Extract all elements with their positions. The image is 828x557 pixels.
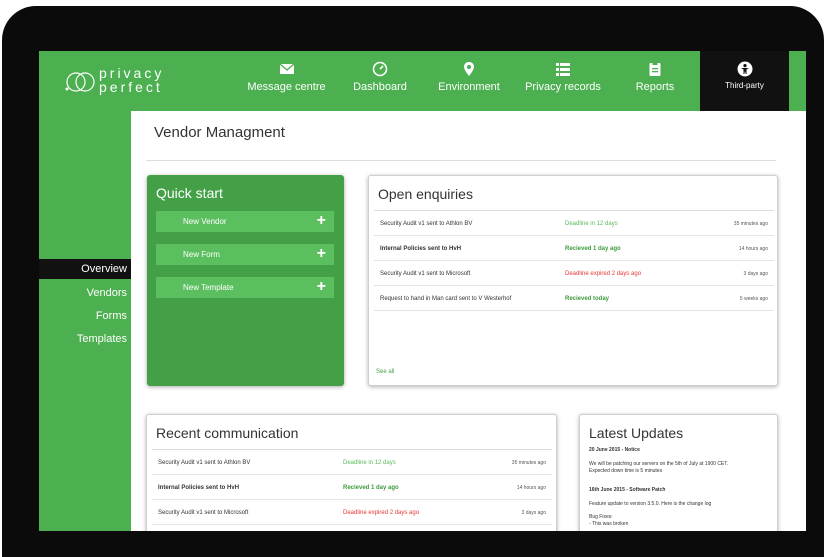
sidebar-item-forms[interactable]: Forms — [96, 310, 127, 322]
nav-label: Reports — [635, 81, 675, 93]
row-time: 5 weeks ago — [739, 296, 768, 302]
row-status: Deadline in 12 days — [343, 460, 396, 466]
update-line: - This was broken — [589, 521, 629, 527]
sidebar-item-templates[interactable]: Templates — [77, 333, 127, 345]
row-subject: Security Audit v1 sent to Athlon BV — [380, 221, 473, 227]
quick-start-panel: Quick start New Vendor + New Form + New … — [147, 175, 344, 386]
row-time: 3 days ago — [743, 271, 768, 277]
nav-item-message-centre[interactable]: Message centre — [244, 51, 329, 111]
row-status: Recieved 1 day ago — [343, 485, 399, 491]
row-subject: Internal Policies sent to HvH — [158, 485, 240, 491]
sidebar-item-vendors[interactable]: Vendors — [87, 287, 127, 299]
new-vendor-button[interactable]: New Vendor + — [156, 211, 334, 232]
update-heading: 16th June 2015 - Software Patch — [589, 487, 666, 493]
row-time: 35 minutes ago — [511, 460, 546, 466]
brand-line-2: perfect — [99, 79, 163, 95]
row-status: Deadline expired 2 days ago — [565, 271, 642, 277]
logo-icon — [65, 72, 95, 92]
plus-icon: + — [316, 245, 326, 262]
table-row[interactable]: Internal Policies sent to HvH Recieved 1… — [152, 476, 552, 500]
nav-item-reports[interactable]: Reports — [631, 51, 679, 111]
button-label: New Form — [183, 250, 220, 259]
update-line: Bug Fixes: — [589, 514, 613, 520]
row-status: Deadline expired 2 days ago — [343, 510, 420, 516]
row-subject: Request to hand in Man card sent to V We… — [380, 296, 512, 302]
latest-updates-card: Latest Updates 20 June 2015 - Notice We … — [579, 414, 778, 531]
device-frame: privacy perfect Message centre Dashboard… — [2, 6, 824, 557]
open-enquiries-title: Open enquiries — [378, 186, 473, 202]
row-subject: Security Audit v1 sent to Athlon BV — [158, 460, 251, 466]
see-all-link[interactable]: See all — [376, 369, 394, 375]
table-row[interactable]: Security Audit v1 sent to Microsoft Dead… — [152, 501, 552, 525]
recent-communication-title: Recent communication — [156, 425, 299, 441]
nav-item-environment[interactable]: Environment — [437, 51, 501, 111]
update-line: Feature update to version 3.5.0. Here is… — [589, 501, 712, 507]
row-subject: Security Audit v1 sent to Microsoft — [158, 510, 249, 516]
title-divider — [146, 160, 776, 161]
gauge-icon — [372, 61, 388, 77]
update-heading: 20 June 2015 - Notice — [589, 447, 640, 453]
table-row[interactable]: Security Audit v1 sent to Athlon BV Dead… — [152, 451, 552, 475]
brand-logo[interactable]: privacy perfect — [63, 65, 183, 99]
table-row[interactable]: Security Audit v1 sent to Athlon BV Dead… — [374, 212, 774, 236]
row-status: Deadline in 12 days — [565, 221, 618, 227]
top-navigation-bar: privacy perfect Message centre Dashboard… — [39, 51, 806, 111]
sidebar-item-label: Overview — [81, 263, 127, 275]
table-row[interactable]: Internal Policies sent to HvH Recieved 1… — [374, 237, 774, 261]
row-time: 14 hours ago — [516, 485, 546, 491]
envelope-icon — [279, 63, 294, 74]
button-label: New Template — [183, 283, 234, 292]
recent-communication-card: Recent communication Security Audit v1 s… — [146, 414, 557, 531]
page-title: Vendor Managment — [154, 124, 285, 141]
row-time: 14 hours ago — [738, 246, 768, 252]
nav-item-dashboard[interactable]: Dashboard — [349, 51, 411, 111]
update-line: Expected down time is 5 minutes — [589, 468, 663, 474]
nav-item-third-party[interactable]: Third-party — [700, 51, 789, 111]
table-row[interactable]: Request to hand in Man card sent to V We… — [374, 287, 774, 311]
card-divider — [152, 449, 552, 450]
row-status: Recieved 1 day ago — [565, 246, 621, 252]
sidebar-item-overview[interactable]: Overview — [39, 259, 131, 279]
row-time: 35 minutes ago — [733, 221, 768, 227]
quick-start-title: Quick start — [156, 185, 223, 201]
clipboard-icon — [649, 62, 661, 76]
latest-updates-title: Latest Updates — [589, 425, 684, 441]
nav-item-privacy-records[interactable]: Privacy records — [523, 51, 603, 111]
map-pin-icon — [464, 62, 474, 76]
list-icon — [556, 63, 570, 76]
row-subject: Security Audit v1 sent to Microsoft — [380, 271, 471, 277]
plus-icon: + — [316, 278, 326, 295]
row-time: 3 days ago — [521, 510, 546, 516]
nav-label: Third-party — [725, 81, 764, 90]
row-subject: Internal Policies sent to HvH — [380, 246, 462, 252]
new-form-button[interactable]: New Form + — [156, 244, 334, 265]
plus-icon: + — [316, 212, 326, 229]
nav-label: Privacy records — [525, 81, 601, 93]
open-enquiries-card: Open enquiries Security Audit v1 sent to… — [368, 175, 778, 386]
nav-label: Message centre — [247, 81, 326, 93]
button-label: New Vendor — [183, 217, 227, 226]
card-divider — [374, 210, 774, 211]
update-line: We will be patching our servers on the 5… — [589, 461, 729, 467]
row-status: Recieved today — [565, 296, 610, 302]
person-circle-icon — [737, 61, 752, 77]
new-template-button[interactable]: New Template + — [156, 277, 334, 298]
sidebar: Overview Vendors Forms Templates — [39, 111, 131, 531]
app-screen: privacy perfect Message centre Dashboard… — [39, 51, 806, 531]
nav-label: Dashboard — [353, 81, 407, 93]
nav-label: Environment — [438, 81, 500, 93]
table-row[interactable]: Security Audit v1 sent to Microsoft Dead… — [374, 262, 774, 286]
